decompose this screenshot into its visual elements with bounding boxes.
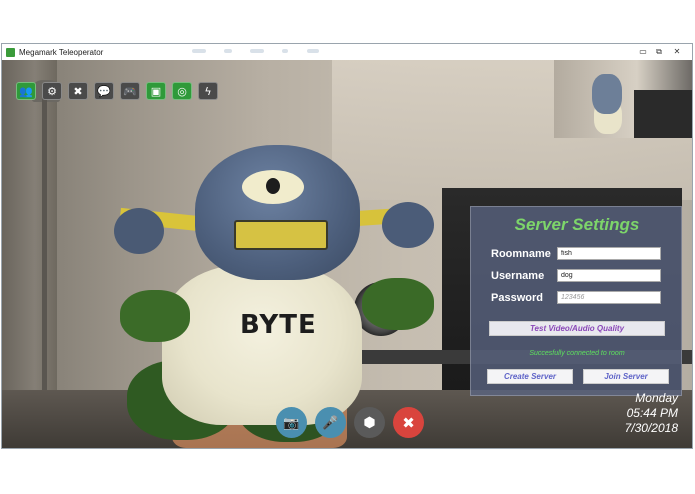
gamepad-icon[interactable]: 🎮 <box>120 82 140 100</box>
plush-body <box>162 265 362 425</box>
camera-feed: BYTE 👥 ⚙ ✖ 💬 🎮 ▣ ◎ ϟ Server Settings Roo… <box>2 60 692 448</box>
minimize-button[interactable]: ▭ <box>636 45 650 58</box>
window-title: Megamark Teleoperator <box>19 47 104 57</box>
close-icon[interactable]: ✖ <box>393 407 424 438</box>
plush-antenna-ball <box>114 208 164 254</box>
server-settings-panel: Server Settings Roomname Username Passwo… <box>470 206 682 396</box>
plush-mouth <box>234 220 328 250</box>
plush-logo-text: BYTE <box>240 310 317 340</box>
compass-icon[interactable]: ◎ <box>172 82 192 100</box>
plush-arm <box>120 290 190 342</box>
roomname-input[interactable] <box>557 247 661 260</box>
join-server-button[interactable]: Join Server <box>583 369 669 384</box>
app-icon <box>6 47 15 57</box>
connection-status: Succesfully connected to room <box>529 350 625 357</box>
plush-head <box>195 145 360 280</box>
close-window-button[interactable]: ✕ <box>670 45 684 58</box>
datetime-overlay: Monday 05:44 PM 7/30/2018 <box>625 391 678 436</box>
background-icon <box>307 49 319 53</box>
gear-icon[interactable]: ⚙ <box>42 82 62 100</box>
title-bar[interactable]: Megamark Teleoperator ▭ ⧉ ✕ <box>2 44 692 60</box>
chat-icon[interactable]: 💬 <box>94 82 114 100</box>
background-icon <box>250 49 264 53</box>
plush-antenna-ball <box>382 202 434 248</box>
username-label: Username <box>491 270 545 282</box>
day-label: Monday <box>635 391 678 405</box>
date-label: 7/30/2018 <box>624 421 678 435</box>
app-window: Megamark Teleoperator ▭ ⧉ ✕ BYTE 👥 ⚙ ✖ 💬… <box>1 43 693 449</box>
bottom-controls: 📷 🎤 ⬢ ✖ <box>276 407 424 438</box>
restore-button[interactable]: ⧉ <box>652 45 666 58</box>
background-icon <box>192 49 206 53</box>
create-server-button[interactable]: Create Server <box>487 369 573 384</box>
pip-printer <box>634 90 692 138</box>
time-label: 05:44 PM <box>626 406 678 420</box>
password-label: Password <box>491 292 543 304</box>
plush-pupil <box>266 178 280 194</box>
top-toolbar: 👥 ⚙ ✖ 💬 🎮 ▣ ◎ ϟ <box>16 82 218 100</box>
image-icon[interactable]: ▣ <box>146 82 166 100</box>
password-input[interactable] <box>557 291 661 304</box>
pip-plush-head <box>592 74 622 114</box>
microphone-icon[interactable]: 🎤 <box>315 407 346 438</box>
test-quality-button[interactable]: Test Video/Audio Quality <box>489 321 665 336</box>
camera-icon[interactable]: 📷 <box>276 407 307 438</box>
cube-icon[interactable]: ⬢ <box>354 407 385 438</box>
panel-title: Server Settings <box>514 215 640 234</box>
roomname-label: Roomname <box>491 248 551 260</box>
self-view-preview[interactable] <box>554 60 692 138</box>
username-input[interactable] <box>557 269 661 282</box>
users-icon[interactable]: 👥 <box>16 82 36 100</box>
plush-arm <box>362 278 434 330</box>
lightning-icon[interactable]: ϟ <box>198 82 218 100</box>
background-icon <box>224 49 232 53</box>
background-icon <box>282 49 288 53</box>
tools-icon[interactable]: ✖ <box>68 82 88 100</box>
